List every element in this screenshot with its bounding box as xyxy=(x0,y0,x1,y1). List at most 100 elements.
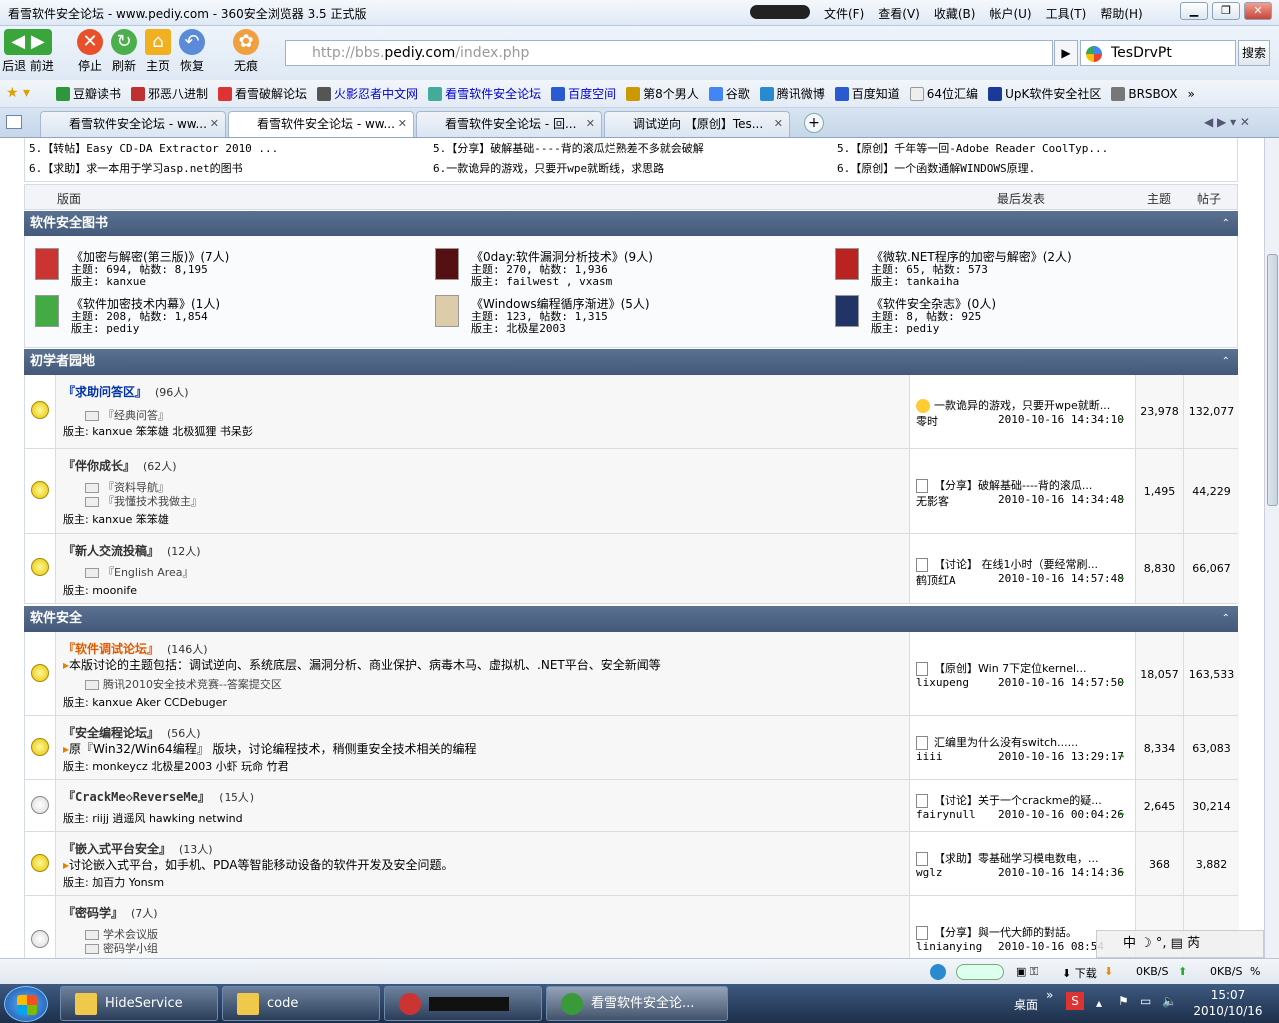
section-header-beginner[interactable]: 初学者园地 ⌃ xyxy=(24,349,1238,375)
forum-title[interactable]: 『密码学』 (7人) xyxy=(63,904,158,921)
status-tools-icon[interactable]: ▣ ⚿ xyxy=(1016,965,1038,979)
accelerator-toggle[interactable] xyxy=(956,964,1004,980)
subforum-link[interactable]: 『经典问答』 xyxy=(65,407,169,423)
hot-link[interactable]: 6.一款诡异的游戏，只要开wpe就断线，求思路 xyxy=(433,160,664,176)
fav-item-tencent-weibo[interactable]: 腾讯微博 xyxy=(759,85,825,102)
forum-title[interactable]: 『安全编程论坛』 (56人) xyxy=(63,724,201,741)
close-tab-icon[interactable]: ✕ xyxy=(774,112,783,136)
fav-item-pediy[interactable]: 看雪软件安全论坛 xyxy=(428,85,541,102)
goto-last-icon[interactable]: ➡ xyxy=(1118,493,1125,506)
forum-title[interactable]: 『伴你成长』 (62人) xyxy=(63,457,177,474)
fav-item-naruto[interactable]: 火影忍者中文网 xyxy=(317,85,418,102)
favorites-star-icon[interactable]: ★ ▾ xyxy=(6,85,30,101)
forum-title[interactable]: 『软件调试论坛』 (146人) xyxy=(63,640,208,657)
goto-last-icon[interactable]: ➡ xyxy=(1118,572,1125,585)
tab-1[interactable]: 看雪软件安全论坛 - ww... ✕ xyxy=(40,111,226,137)
flag-icon[interactable]: ⚑ xyxy=(1118,994,1129,1008)
book-item[interactable]: 《0day:软件漏洞分析技术》(9人) 主题: 270, 帖数: 1,936 版主:… xyxy=(435,248,653,288)
fav-item-eviloctal[interactable]: 邪恶八进制 xyxy=(131,85,208,102)
user-avatar[interactable] xyxy=(750,5,810,19)
maximize-button[interactable]: ❐ xyxy=(1212,2,1240,20)
tray-expand-icon[interactable]: » xyxy=(1046,988,1053,1002)
search-engine-icon[interactable] xyxy=(1086,46,1102,62)
close-tab-icon[interactable]: ✕ xyxy=(210,112,219,136)
menu-file[interactable]: 文件(F) xyxy=(824,5,864,22)
hot-link[interactable]: 5.【分享】破解基础----背的滚瓜烂熟差不多就会破解 xyxy=(433,140,704,156)
download-button[interactable]: ⬇ 下载 xyxy=(1062,965,1097,981)
back-forward-button[interactable]: ◀ ▶ 后退 前进 xyxy=(0,29,56,74)
forum-title[interactable]: 『CrackMe◇ReverseMe』 (15人) xyxy=(63,788,255,805)
forum-title[interactable]: 『求助问答区』 (96人) xyxy=(63,383,189,400)
task-redacted[interactable] xyxy=(384,986,542,1021)
hot-link[interactable]: 5.【转帖】Easy CD-DA Extractor 2010 ... xyxy=(29,140,278,156)
forum-title[interactable]: 『新人交流投稿』 (12人) xyxy=(63,542,201,559)
book-item[interactable]: 《Windows编程循序渐进》(5人) 主题: 123, 帖数: 1,315 版主:… xyxy=(435,295,650,335)
book-item[interactable]: 《加密与解密(第三版)》(7人) 主题: 694, 帖数: 8,195 版主: ka… xyxy=(35,248,229,288)
hot-link[interactable]: 6.【求助】求一本用于学习asp.net的图书 xyxy=(29,160,243,176)
minimize-button[interactable]: ▁ xyxy=(1180,2,1208,20)
clock[interactable]: 15:07 2010/10/16 xyxy=(1188,987,1268,1019)
menu-help[interactable]: 帮助(H) xyxy=(1100,5,1142,22)
section-header-security[interactable]: 软件安全 ⌃ xyxy=(24,606,1238,632)
globe-icon[interactable] xyxy=(930,964,946,980)
close-tab-icon[interactable]: ✕ xyxy=(586,112,595,136)
favorites-more-icon[interactable]: » xyxy=(1187,87,1194,101)
desktop-toolbar[interactable]: 桌面 xyxy=(1014,996,1038,1013)
menu-tools[interactable]: 工具(T) xyxy=(1046,5,1087,22)
network-icon[interactable]: ▭ xyxy=(1140,994,1151,1008)
fav-item-brsbox[interactable]: BRSBOX xyxy=(1111,86,1177,101)
new-tab-button[interactable]: + xyxy=(804,113,824,133)
task-code[interactable]: code xyxy=(222,986,380,1021)
subforum-link[interactable]: 『我懂技术我做主』 xyxy=(65,493,202,509)
collapse-icon[interactable]: ⌃ xyxy=(1222,349,1230,375)
notrace-button[interactable]: ✿ 无痕 xyxy=(226,29,266,74)
start-button[interactable] xyxy=(4,986,48,1022)
task-browser[interactable]: 看雪软件安全论... xyxy=(546,986,728,1021)
fav-item-upk[interactable]: UpK软件安全社区 xyxy=(988,85,1101,102)
tab-scroll-icon[interactable]: ◀ ▶ ▾ ✕ xyxy=(1204,115,1250,129)
fav-item-8th-man[interactable]: 第8个男人 xyxy=(626,85,699,102)
tab-2[interactable]: 看雪软件安全论坛 - ww... ✕ xyxy=(228,111,414,137)
collapse-icon[interactable]: ⌃ xyxy=(1222,211,1230,237)
task-hideservice[interactable]: HideService xyxy=(60,986,218,1021)
goto-last-icon[interactable]: ➡ xyxy=(1118,413,1125,426)
s-app-icon[interactable]: S xyxy=(1066,992,1084,1010)
subforum-link[interactable]: 腾讯2010安全技术竞赛--答案提交区 xyxy=(65,676,282,692)
fav-item-baidu-space[interactable]: 百度空间 xyxy=(551,85,616,102)
tab-3[interactable]: 看雪软件安全论坛 - 回... ✕ xyxy=(416,111,602,137)
collapse-icon[interactable]: ⌃ xyxy=(1222,606,1230,632)
hot-link[interactable]: 5.【原创】千年等一回-Adobe Reader CoolTyp... xyxy=(837,140,1108,156)
sidebar-toggle-icon[interactable] xyxy=(6,115,22,129)
vertical-scrollbar[interactable] xyxy=(1264,138,1279,958)
zoom-indicator[interactable]: % xyxy=(1250,965,1260,978)
book-item[interactable]: 《软件加密技术内幕》(1人) 主题: 208, 帖数: 1,854 版主: pedi… xyxy=(35,295,220,335)
tab-4[interactable]: 调试逆向 【原创】Tes... ✕ xyxy=(604,111,790,137)
book-item[interactable]: 《微软.NET程序的加密与解密》(2人) 主题: 65, 帖数: 573 版主: t… xyxy=(835,248,1072,288)
goto-last-icon[interactable]: ➡ xyxy=(1118,750,1125,763)
fav-item-64bit-asm[interactable]: 64位汇编 xyxy=(909,85,978,102)
address-bar[interactable]: http://bbs.pediy.com/index.php xyxy=(285,40,1053,66)
hot-link[interactable]: 6.【原创】一个函数通解WINDOWS原理. xyxy=(837,160,1035,176)
fav-item-baidu-zhidao[interactable]: 百度知道 xyxy=(834,85,900,102)
ime-toolbar[interactable]: 中 ☽ °, ▤ 芮 xyxy=(1096,930,1264,958)
goto-last-icon[interactable]: ➡ xyxy=(1118,676,1125,689)
restore-button[interactable]: ↶ 恢复 xyxy=(172,29,212,74)
go-arrow-icon[interactable]: ▶ xyxy=(1054,40,1078,66)
menu-view[interactable]: 查看(V) xyxy=(878,5,920,22)
forum-title[interactable]: 『嵌入式平台安全』 (13人) xyxy=(63,840,213,857)
close-button[interactable]: ✕ xyxy=(1244,2,1272,20)
fav-item-google[interactable]: 谷歌 xyxy=(708,85,750,102)
search-input[interactable]: TesDrvPt xyxy=(1080,40,1236,66)
search-button[interactable]: 搜索 xyxy=(1238,40,1270,66)
volume-icon[interactable]: 🔈 xyxy=(1162,994,1177,1008)
fav-item-pediy-crack[interactable]: 看雪破解论坛 xyxy=(218,85,307,102)
book-item[interactable]: 《软件安全杂志》(0人) 主题: 8, 帖数: 925 版主: pediy xyxy=(835,295,996,335)
close-tab-icon[interactable]: ✕ xyxy=(398,112,407,136)
subforum-link[interactable]: 密码学小组 xyxy=(65,940,158,956)
menu-account[interactable]: 帐户(U) xyxy=(989,5,1031,22)
goto-last-icon[interactable]: ➡ xyxy=(1118,808,1125,821)
tray-arrow-icon[interactable]: ▴ xyxy=(1096,996,1102,1010)
menu-favorites[interactable]: 收藏(B) xyxy=(934,5,976,22)
scrollbar-thumb[interactable] xyxy=(1267,254,1278,506)
fav-item-douban[interactable]: 豆瓣读书 xyxy=(56,85,121,102)
